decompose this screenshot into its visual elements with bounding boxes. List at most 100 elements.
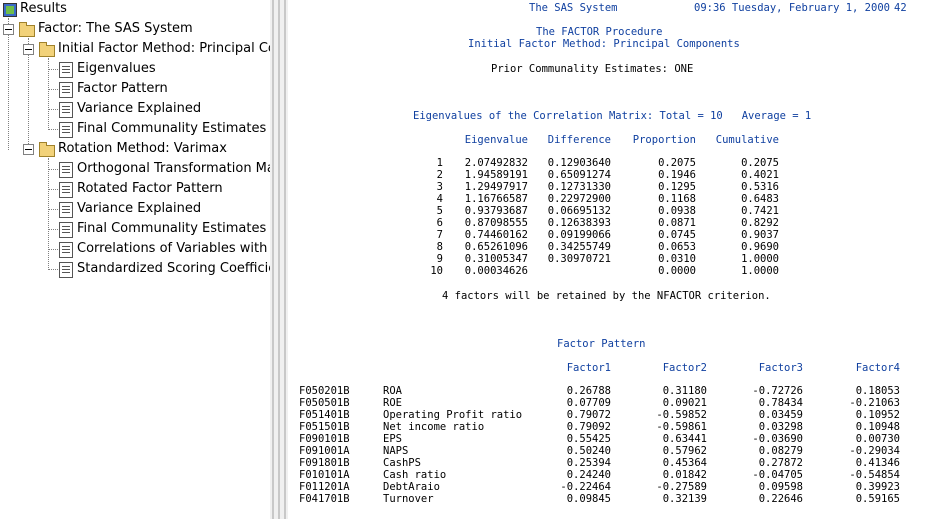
tree-item-scoring-coefficients[interactable]: Standardized Scoring Coefficients xyxy=(0,259,270,279)
eigen-table-cell: 0.30970721 xyxy=(547,253,611,265)
eigen-table-cell: 1.29497917 xyxy=(464,181,528,193)
factor-loading-cell: 0.09845 xyxy=(566,493,611,505)
eigen-table-cell: 0.0745 xyxy=(658,229,696,241)
pane-splitter[interactable] xyxy=(270,0,288,519)
tree-item-initial-factor-method[interactable]: Initial Factor Method: Principal Comp xyxy=(0,39,270,59)
eigen-table-cell: 0.65261096 xyxy=(464,241,528,253)
factor-column-header: Factor4 xyxy=(855,362,900,374)
collapse-icon[interactable] xyxy=(23,44,34,55)
variable-code: F050501B xyxy=(299,397,350,409)
variable-label: ROE xyxy=(383,397,402,409)
eigen-table-cell: 3 xyxy=(436,181,443,193)
variable-label: EPS xyxy=(383,433,402,445)
tree-item-label: Rotated Factor Pattern xyxy=(77,181,223,196)
factor-loading-cell: 0.00730 xyxy=(855,433,900,445)
tree-item-label: Variance Explained xyxy=(77,201,202,216)
factor-loading-cell: 0.01842 xyxy=(662,469,707,481)
eigen-table-cell: 0.9690 xyxy=(741,241,779,253)
factor-loading-cell: -0.04705 xyxy=(752,469,803,481)
table-document-icon xyxy=(57,181,73,198)
eigen-column-header: Eigenvalue xyxy=(464,134,528,146)
eigen-column-header: Difference xyxy=(547,134,611,146)
eigen-table-cell: 0.31005347 xyxy=(464,253,528,265)
factor-loading-cell: 0.18053 xyxy=(855,385,900,397)
tree-item-orthogonal-transformation[interactable]: Orthogonal Transformation Matr xyxy=(0,159,270,179)
factor-loading-cell: 0.03298 xyxy=(758,421,803,433)
variable-code: F041701B xyxy=(299,493,350,505)
variable-code: F010101A xyxy=(299,469,350,481)
tree-item-factor-sas-system[interactable]: Factor: The SAS System xyxy=(0,19,270,39)
tree-item-label: Rotation Method: Varimax xyxy=(58,141,227,156)
eigen-table-cell: 0.8292 xyxy=(741,217,779,229)
tree-item-label: Variance Explained xyxy=(77,101,202,116)
eigen-table-cell: 1.94589191 xyxy=(464,169,528,181)
factor-loading-cell: -0.27589 xyxy=(656,481,707,493)
results-icon xyxy=(2,1,18,17)
variable-label: Net income ratio xyxy=(383,421,485,433)
page-number: 42 xyxy=(894,2,907,14)
factor-loading-cell: -0.59861 xyxy=(656,421,707,433)
folder-open-icon xyxy=(38,141,55,157)
eigen-table-cell: 0.2075 xyxy=(658,157,696,169)
table-document-icon xyxy=(57,121,73,138)
factor-loading-cell: 0.57962 xyxy=(662,445,707,457)
eigen-table-cell: 1 xyxy=(436,157,443,169)
eigen-table-cell: 2 xyxy=(436,169,443,181)
eigen-table-cell: 6 xyxy=(436,217,443,229)
factor-loading-cell: 0.78434 xyxy=(758,397,803,409)
collapse-icon[interactable] xyxy=(23,144,34,155)
eigen-table-cell: 0.65091274 xyxy=(547,169,611,181)
eigen-table-cell: 0.9037 xyxy=(741,229,779,241)
tree-item-correlations[interactable]: Correlations of Variables with Fac xyxy=(0,239,270,259)
eigen-table-cell: 0.0310 xyxy=(658,253,696,265)
eigen-column-header: Proportion xyxy=(632,134,696,146)
factor-loading-cell: 0.39923 xyxy=(855,481,900,493)
factor-loading-cell: 0.27872 xyxy=(758,457,803,469)
retained-note: 4 factors will be retained by the NFACTO… xyxy=(442,290,771,302)
eigen-table-cell: 0.93793687 xyxy=(464,205,528,217)
eigen-table-cell: 0.0871 xyxy=(658,217,696,229)
variable-code: F051401B xyxy=(299,409,350,421)
eigen-column-header: Cumulative xyxy=(715,134,779,146)
factor-loading-cell: -0.03690 xyxy=(752,433,803,445)
splitter-edge xyxy=(272,0,274,519)
tree-item-label: Factor Pattern xyxy=(77,81,168,96)
factor-loading-cell: 0.32139 xyxy=(662,493,707,505)
eigen-table-cell: 4 xyxy=(436,193,443,205)
tree-item-label: Correlations of Variables with Fac xyxy=(77,241,270,256)
eigen-table-cell: 0.74460162 xyxy=(464,229,528,241)
eigen-table-cell: 0.87098555 xyxy=(464,217,528,229)
procedure-title: The FACTOR Procedure xyxy=(536,26,663,38)
collapse-icon[interactable] xyxy=(3,24,14,35)
variable-code: F090101B xyxy=(299,433,350,445)
eigen-table-cell: 2.07492832 xyxy=(464,157,528,169)
factor-loading-cell: 0.10952 xyxy=(855,409,900,421)
factor-loading-cell: 0.09021 xyxy=(662,397,707,409)
eigen-table-cell: 0.1295 xyxy=(658,181,696,193)
results-tree-pane: Results Factor: The SAS System Initial F… xyxy=(0,0,270,519)
eigen-table-cell: 0.34255749 xyxy=(547,241,611,253)
factor-loading-cell: 0.07709 xyxy=(566,397,611,409)
tree-item-rotation-method[interactable]: Rotation Method: Varimax xyxy=(0,139,270,159)
factor-column-header: Factor3 xyxy=(758,362,803,374)
folder-open-icon xyxy=(38,41,55,57)
factor-loading-cell: 0.63441 xyxy=(662,433,707,445)
eigen-table-cell: 0.12731330 xyxy=(547,181,611,193)
factor-loading-cell: -0.22464 xyxy=(560,481,611,493)
factor-loading-cell: -0.21063 xyxy=(849,397,900,409)
eigen-table-cell: 0.7421 xyxy=(741,205,779,217)
prior-communality: Prior Communality Estimates: ONE xyxy=(491,63,694,75)
eigen-table-cell: 1.0000 xyxy=(741,253,779,265)
factor-loading-cell: 0.10948 xyxy=(855,421,900,433)
table-document-icon xyxy=(57,201,73,218)
factor-loading-cell: 0.55425 xyxy=(566,433,611,445)
factor-loading-cell: 0.59165 xyxy=(855,493,900,505)
factor-loading-cell: -0.29034 xyxy=(849,445,900,457)
table-document-icon xyxy=(57,241,73,258)
eigen-table-cell: 0.22972900 xyxy=(547,193,611,205)
table-document-icon xyxy=(57,161,73,178)
factor-loading-cell: -0.59852 xyxy=(656,409,707,421)
variable-label: Operating Profit ratio xyxy=(383,409,523,421)
eigen-table-cell: 0.0938 xyxy=(658,205,696,217)
table-document-icon xyxy=(57,61,73,78)
